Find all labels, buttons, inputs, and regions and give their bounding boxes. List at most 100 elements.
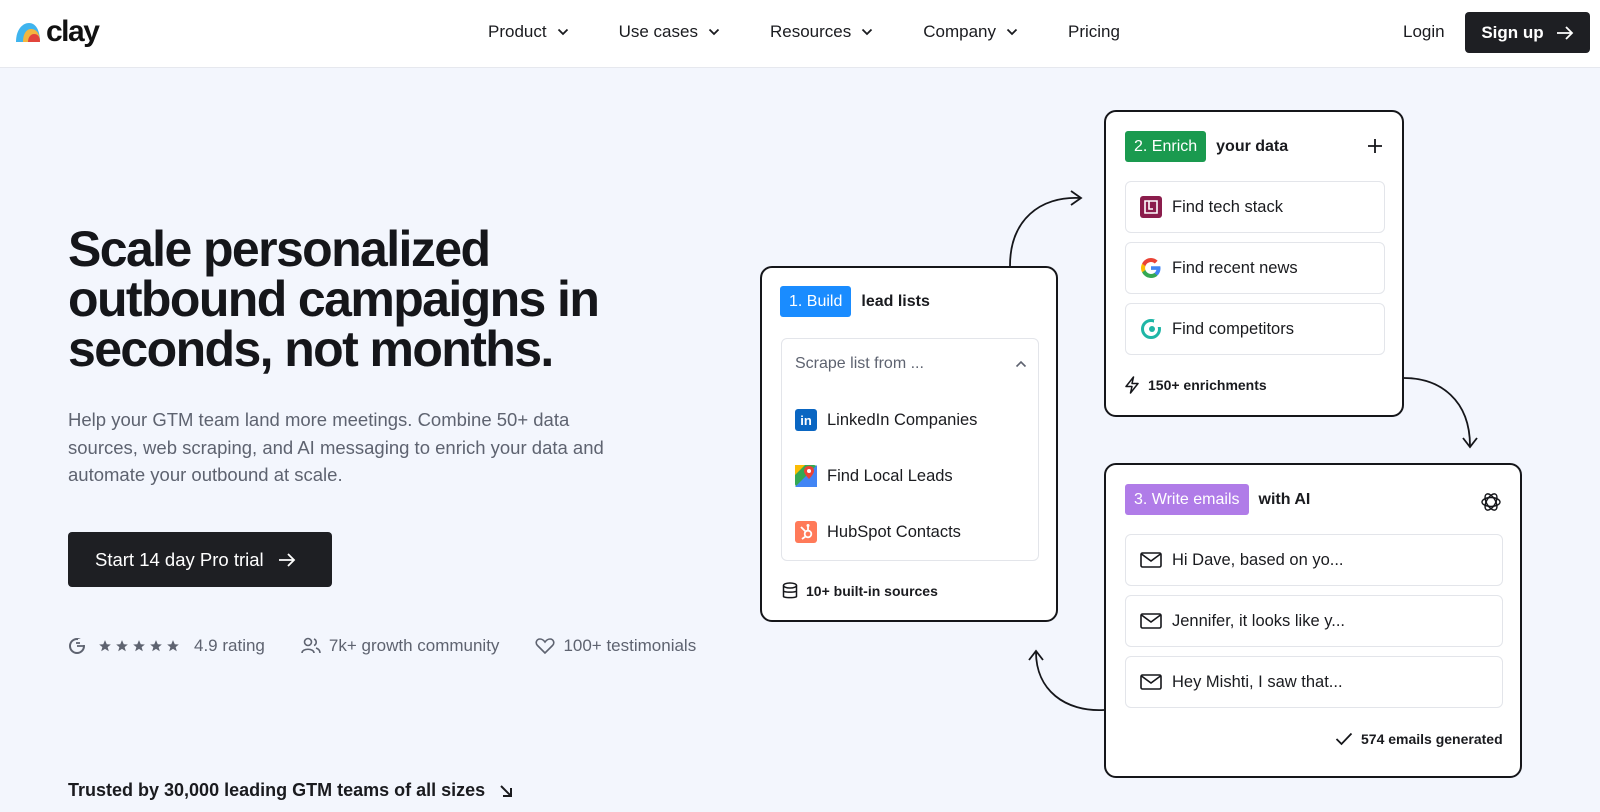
build-footer: 10+ built-in sources [782,582,938,600]
testimonials-text: 100+ testimonials [563,636,697,655]
linkedin-icon: in [795,409,817,431]
nav-resources[interactable]: Resources [770,20,873,44]
star-icon [116,640,128,652]
scrape-dropdown-header[interactable]: Scrape list from ... [795,355,1027,373]
social-proof: 4.9 rating 7k+ growth community 100+ tes… [68,636,732,656]
arrow-down-right-icon [500,784,513,797]
nav-company-label: Company [923,22,996,41]
star-icon [150,640,162,652]
source-linkedin[interactable]: in LinkedIn Companies [795,409,977,431]
hubspot-icon [795,521,817,543]
nav-use-cases-label: Use cases [618,22,698,41]
star-icon [99,640,111,652]
google-maps-icon [795,465,817,487]
mail-icon [1140,552,1162,568]
write-footer-text: 574 emails generated [1361,731,1503,747]
arrow-enrich-to-write [1403,377,1478,449]
arrow-right-icon [278,552,295,567]
community-stat: 7k+ growth community [301,636,500,656]
nav-pricing-label: Pricing [1068,22,1120,41]
start-trial-label: Start 14 day Pro trial [95,548,264,570]
build-footer-text: 10+ built-in sources [806,583,938,599]
enrich-recent-news-label: Find recent news [1172,258,1298,277]
enrich-heading: your data [1216,137,1289,155]
source-hubspot-label: HubSpot Contacts [827,522,961,541]
signup-button[interactable]: Sign up [1465,12,1590,53]
community-text: 7k+ growth community [328,636,500,655]
google-icon [1141,258,1161,278]
g2-logo-icon [69,638,86,654]
enrich-footer-text: 150+ enrichments [1148,377,1267,393]
star-icon [167,640,179,652]
write-footer: 574 emails generated [1335,731,1503,747]
plus-icon[interactable] [1368,139,1382,153]
enrich-card: 2. Enrich your data Find tech stack Find… [1104,110,1404,417]
write-tag: 3. Write emails [1125,484,1249,515]
enrich-competitors[interactable]: Find competitors [1125,303,1385,355]
email-draft-3-text: Hey Mishti, I saw that... [1172,672,1343,691]
clay-logo-icon [16,23,40,42]
email-draft-3[interactable]: Hey Mishti, I saw that... [1125,656,1503,708]
chevron-down-icon [557,28,568,36]
scrape-dropdown-label: Scrape list from ... [795,355,924,372]
users-icon [301,637,321,654]
scrape-dropdown[interactable]: Scrape list from ... in LinkedIn Compani… [781,338,1039,561]
chevron-down-icon [862,28,873,36]
build-card: 1. Build lead lists Scrape list from ...… [760,266,1058,622]
login-link[interactable]: Login [1403,20,1445,44]
start-trial-button[interactable]: Start 14 day Pro trial [68,532,332,587]
chevron-down-icon [1006,28,1018,36]
enrich-competitors-label: Find competitors [1172,319,1294,338]
arrow-build-to-enrich [1009,190,1083,267]
nav-use-cases[interactable]: Use cases [619,20,720,44]
check-icon [1335,732,1353,746]
chevron-down-icon [708,28,720,36]
heart-icon [535,638,555,655]
testimonials-stat: 100+ testimonials [535,636,696,656]
source-local-leads-label: Find Local Leads [827,466,953,485]
build-card-header: 1. Build lead lists [780,286,930,317]
email-draft-2[interactable]: Jennifer, it looks like y... [1125,595,1503,647]
source-hubspot[interactable]: HubSpot Contacts [795,521,961,543]
nav-pricing[interactable]: Pricing [1068,20,1120,44]
source-linkedin-label: LinkedIn Companies [827,410,978,429]
signup-label: Sign up [1481,22,1544,42]
brand-name: clay [46,15,100,48]
enrich-tag: 2. Enrich [1125,131,1207,162]
hero-title: Scale personalized outbound campaigns in… [68,221,600,377]
mail-icon [1140,674,1162,690]
star-rating [98,639,180,653]
enrich-tech-stack[interactable]: Find tech stack [1125,181,1385,233]
main-nav: Product Use cases Resources Company Pric… [488,20,1170,44]
email-draft-1[interactable]: Hi Dave, based on yo... [1125,534,1503,586]
nav-company[interactable]: Company [923,20,1018,44]
competitor-icon [1141,319,1162,339]
mail-icon [1140,613,1162,629]
enrich-card-header: 2. Enrich your data [1125,131,1288,162]
enrich-tech-stack-label: Find tech stack [1172,197,1283,216]
arrow-write-to-build [1028,649,1105,711]
email-draft-2-text: Jennifer, it looks like y... [1172,611,1346,630]
lightning-icon [1125,376,1139,394]
builtwith-icon [1140,196,1162,218]
openai-icon [1481,493,1501,511]
write-heading: with AI [1258,490,1311,508]
source-local-leads[interactable]: Find Local Leads [795,465,953,487]
clay-logo[interactable]: clay [14,14,100,50]
nav-product-label: Product [488,22,547,41]
build-tag: 1. Build [780,286,852,317]
trusted-text: Trusted by 30,000 leading GTM teams of a… [68,780,486,800]
nav-resources-label: Resources [769,22,852,41]
email-draft-1-text: Hi Dave, based on yo... [1172,550,1344,569]
chevron-up-icon [1015,360,1027,368]
trusted-by-banner: Trusted by 30,000 leading GTM teams of a… [68,780,513,801]
enrich-recent-news[interactable]: Find recent news [1125,242,1385,294]
arrow-right-icon [1556,25,1573,40]
top-nav: clay Product Use cases Resources Company… [0,0,1600,68]
nav-product[interactable]: Product [488,20,569,44]
rating-text: 4.9 rating [194,636,265,655]
database-icon [782,582,798,599]
write-card: 3. Write emails with AI Hi Dave, based o… [1104,463,1522,778]
rating-stat: 4.9 rating [68,636,265,656]
hero-subtitle: Help your GTM team land more meetings. C… [68,409,604,485]
